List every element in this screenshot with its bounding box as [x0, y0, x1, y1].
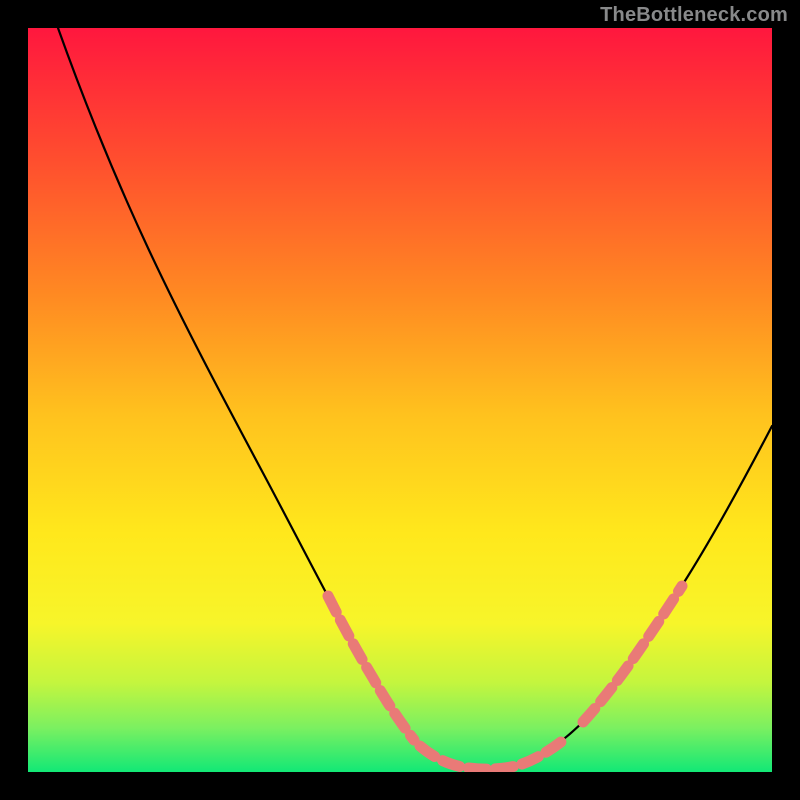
chart-svg	[28, 28, 772, 772]
chart-area	[28, 28, 772, 772]
gradient-background	[28, 28, 772, 772]
watermark-text: TheBottleneck.com	[600, 4, 788, 27]
